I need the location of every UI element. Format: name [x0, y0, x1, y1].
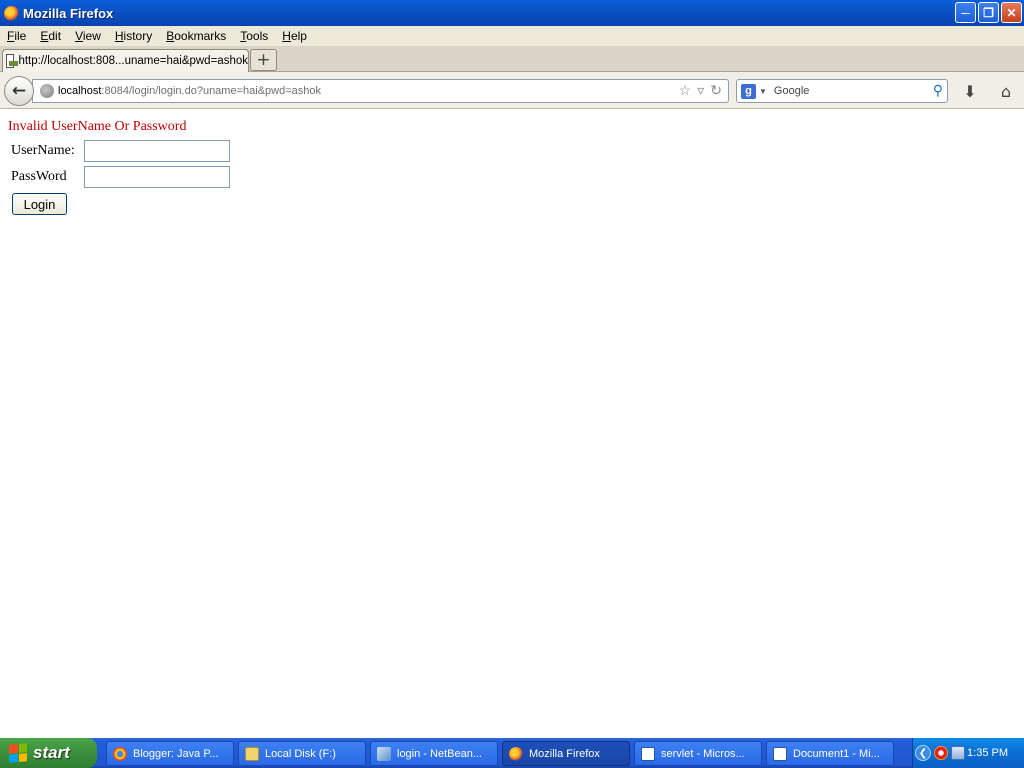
window-controls: ─ ❐ ✕	[955, 2, 1022, 23]
plus-icon: +	[256, 50, 271, 70]
restore-button[interactable]: ❐	[978, 2, 999, 23]
menu-view[interactable]: View	[68, 29, 108, 43]
menu-history[interactable]: History	[108, 29, 159, 43]
username-input[interactable]	[84, 140, 230, 162]
bookmark-star-icon[interactable]: ☆	[679, 82, 692, 99]
antivirus-icon[interactable]	[934, 746, 948, 760]
search-bar[interactable]: g ▼ Google ⚲	[736, 79, 948, 103]
chrome-icon	[113, 746, 127, 761]
password-input[interactable]	[84, 166, 230, 188]
error-message: Invalid UserName Or Password	[8, 119, 187, 134]
reload-icon[interactable]: ↻	[710, 82, 722, 99]
folder-icon	[245, 746, 259, 761]
menu-tools[interactable]: Tools	[233, 29, 275, 43]
taskbar-item-firefox[interactable]: Mozilla Firefox	[502, 741, 630, 766]
firefox-logo-icon	[4, 5, 19, 21]
show-hidden-icons-button[interactable]: ❮	[915, 745, 931, 761]
globe-icon	[40, 84, 54, 98]
google-icon[interactable]: g	[741, 83, 756, 99]
taskbar-item-local-disk[interactable]: Local Disk (F:)	[238, 741, 366, 766]
history-dropdown-icon[interactable]: ▿	[697, 82, 704, 99]
network-icon[interactable]	[951, 746, 965, 760]
download-arrow-icon: ⬇	[963, 81, 977, 101]
url-bar-icons: ☆ ▿ ↻	[679, 82, 722, 99]
window-title: Mozilla Firefox	[23, 5, 114, 21]
tab-bar: http://localhost:808...uname=hai&pwd=ash…	[0, 46, 1024, 72]
url-path: :8084/login/login.do?uname=hai&pwd=ashok	[101, 85, 321, 97]
window-title-bar[interactable]: Mozilla Firefox ─ ❐ ✕	[0, 0, 1024, 26]
navigation-toolbar: localhost :8084/login/login.do?uname=hai…	[0, 72, 1024, 109]
word-icon	[773, 746, 787, 761]
page-content: Invalid UserName Or Password UserName: P…	[0, 110, 1024, 738]
restore-icon: ❐	[983, 5, 994, 20]
taskbar-item-netbeans[interactable]: login - NetBean...	[370, 741, 498, 766]
home-button[interactable]: ⌂	[997, 81, 1015, 101]
back-arrow-icon: ←	[11, 81, 27, 101]
search-engine-dropdown-icon[interactable]: ▼	[759, 87, 767, 96]
taskbar: start Blogger: Java P... Local Disk (F:)…	[0, 738, 1024, 768]
password-label: PassWord	[11, 169, 67, 184]
search-placeholder: Google	[773, 85, 810, 97]
new-tab-button[interactable]: +	[250, 49, 277, 71]
close-button[interactable]: ✕	[1001, 2, 1022, 23]
page-favicon-icon	[6, 54, 19, 68]
menu-help[interactable]: Help	[275, 29, 314, 43]
menu-edit[interactable]: Edit	[33, 29, 68, 43]
username-label: UserName:	[11, 143, 75, 158]
close-icon: ✕	[1006, 5, 1017, 20]
magnifier-icon[interactable]: ⚲	[933, 82, 943, 99]
start-button[interactable]: start	[0, 738, 97, 768]
menu-bar: File Edit View History Bookmarks Tools H…	[0, 26, 1024, 46]
word-icon	[641, 746, 655, 761]
tab-login-page[interactable]: http://localhost:808...uname=hai&pwd=ash…	[2, 49, 249, 72]
menu-file[interactable]: File	[0, 29, 33, 43]
netbeans-icon	[377, 746, 391, 761]
windows-logo-icon	[9, 743, 27, 763]
start-label: start	[33, 743, 70, 762]
taskbar-item-document1-word[interactable]: Document1 - Mi...	[766, 741, 894, 766]
taskbar-item-blogger[interactable]: Blogger: Java P...	[106, 741, 234, 766]
downloads-button[interactable]: ⬇	[961, 81, 979, 101]
tab-title: http://localhost:808...uname=hai&pwd=ash…	[18, 55, 248, 67]
back-button[interactable]: ←	[4, 76, 34, 106]
login-button[interactable]: Login	[12, 193, 67, 215]
url-bar[interactable]: localhost :8084/login/login.do?uname=hai…	[32, 79, 729, 103]
system-tray: ❮ 1:35 PM	[912, 738, 1024, 768]
taskbar-item-servlet-word[interactable]: servlet - Micros...	[634, 741, 762, 766]
menu-bookmarks[interactable]: Bookmarks	[159, 29, 233, 43]
url-host: localhost	[58, 85, 102, 97]
clock[interactable]: 1:35 PM	[967, 747, 1008, 759]
home-icon: ⌂	[1000, 81, 1012, 101]
firefox-icon	[509, 746, 523, 761]
minimize-button[interactable]: ─	[955, 2, 976, 23]
minimize-icon: ─	[961, 5, 970, 20]
